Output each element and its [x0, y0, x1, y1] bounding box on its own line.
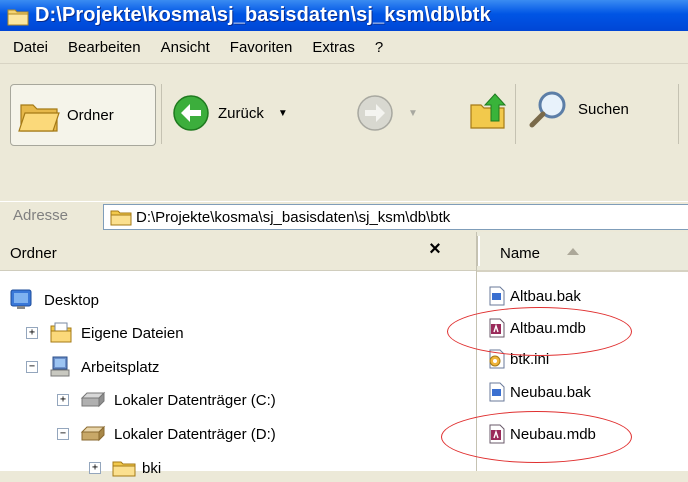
folder-icon — [7, 9, 29, 25]
address-label: Adresse — [13, 207, 69, 224]
file-item[interactable]: Altbau.mdb — [487, 316, 586, 340]
tree-item-desktop[interactable]: Desktop — [10, 286, 99, 314]
tree-item-label: bki — [142, 459, 162, 477]
column-divider — [477, 236, 480, 266]
folder-icon — [112, 461, 136, 477]
file-name: Altbau.mdb — [510, 319, 586, 337]
address-path: D:\Projekte\kosma\sj_basisdaten\sj_ksm\d… — [136, 208, 451, 226]
up-folder-button[interactable] — [469, 92, 507, 130]
forward-arrow-icon — [357, 95, 393, 131]
access-db-icon — [489, 318, 505, 338]
file-name: btk.ini — [510, 350, 550, 368]
menu-datei[interactable]: Datei — [0, 39, 56, 56]
file-item[interactable]: Neubau.mdb — [487, 422, 596, 446]
close-icon[interactable]: × — [425, 238, 445, 261]
tree-item-label: Eigene Dateien — [81, 324, 184, 342]
file-item[interactable]: Neubau.bak — [487, 380, 591, 404]
forward-button[interactable]: ▼ — [356, 94, 418, 132]
tree-item-eigene-dateien[interactable]: + Eigene Dateien — [26, 319, 184, 347]
address-field[interactable]: D:\Projekte\kosma\sj_basisdaten\sj_ksm\d… — [103, 204, 688, 230]
menu-extras[interactable]: Extras — [304, 39, 363, 56]
file-name: Altbau.bak — [510, 287, 581, 305]
folder-icon — [110, 210, 132, 226]
search-button[interactable]: Suchen — [528, 90, 629, 128]
menu-help[interactable]: ? — [367, 39, 391, 56]
menu-bar: Datei Bearbeiten Ansicht Favoriten Extra… — [0, 31, 688, 64]
collapse-icon[interactable]: − — [26, 361, 38, 373]
ini-file-icon — [489, 349, 505, 369]
menu-ansicht[interactable]: Ansicht — [153, 39, 218, 56]
column-header-label: Name — [500, 245, 541, 262]
tree-item-label: Lokaler Datenträger (D:) — [114, 425, 276, 443]
tree-item-drive-d[interactable]: − Lokaler Datenträger (D:) — [57, 420, 276, 448]
menu-favoriten[interactable]: Favoriten — [222, 39, 301, 56]
file-list-pane: Name Altbau.bak Altbau.mdb btk.ini Neuba… — [441, 232, 688, 471]
folder-pane: Ordner × Desktop + Eigene Dateien − Arbe… — [0, 232, 477, 477]
bak-file-icon — [489, 286, 505, 306]
back-arrow-icon — [173, 95, 209, 131]
access-db-icon — [489, 424, 505, 444]
my-documents-icon — [50, 322, 72, 343]
back-label: Zurück — [218, 104, 264, 122]
sort-ascending-icon — [567, 248, 579, 255]
file-item[interactable]: btk.ini — [487, 347, 549, 371]
menu-bearbeiten[interactable]: Bearbeiten — [60, 39, 149, 56]
back-button[interactable]: Zurück ▼ — [172, 94, 288, 132]
folders-button[interactable]: Ordner — [10, 84, 156, 146]
folders-icon — [18, 104, 60, 132]
up-folder-icon — [470, 93, 507, 129]
folder-pane-header: Ordner × — [0, 232, 476, 271]
toolbar-separator — [678, 84, 679, 144]
hard-drive-icon — [80, 425, 106, 442]
toolbar-separator — [161, 84, 162, 144]
bak-file-icon — [489, 382, 505, 402]
title-bar[interactable]: D:\Projekte\kosma\sj_basisdaten\sj_ksm\d… — [0, 0, 688, 31]
file-name: Neubau.bak — [510, 383, 591, 401]
file-name: Neubau.mdb — [510, 425, 596, 443]
forward-dropdown-icon[interactable]: ▼ — [408, 108, 418, 119]
address-bar: Adresse D:\Projekte\kosma\sj_basisdaten\… — [0, 201, 688, 233]
search-icon — [529, 91, 566, 128]
search-label: Suchen — [578, 100, 629, 118]
desktop-icon — [10, 289, 32, 309]
tree-item-drive-c[interactable]: + Lokaler Datenträger (C:) — [57, 386, 276, 414]
hard-drive-icon — [80, 391, 106, 408]
my-computer-icon — [50, 356, 70, 377]
tree-item-label: Arbeitsplatz — [81, 358, 160, 376]
folders-label: Ordner — [67, 106, 114, 124]
tree-item-label: Desktop — [44, 291, 100, 309]
expand-icon[interactable]: + — [26, 327, 38, 339]
folder-pane-title: Ordner — [10, 245, 57, 262]
expand-icon[interactable]: + — [89, 462, 101, 474]
tree-item-label: Lokaler Datenträger (C:) — [114, 391, 276, 409]
back-dropdown-icon[interactable]: ▼ — [278, 108, 288, 119]
collapse-icon[interactable]: − — [57, 428, 69, 440]
expand-icon[interactable]: + — [57, 394, 69, 406]
file-item[interactable]: Altbau.bak — [487, 284, 581, 308]
toolbar-separator — [515, 84, 516, 144]
window-title: D:\Projekte\kosma\sj_basisdaten\sj_ksm\d… — [35, 4, 491, 26]
tree-item-bki[interactable]: + bki — [89, 454, 161, 482]
tree-item-arbeitsplatz[interactable]: − Arbeitsplatz — [26, 353, 159, 381]
column-header-name[interactable]: Name — [477, 232, 688, 272]
